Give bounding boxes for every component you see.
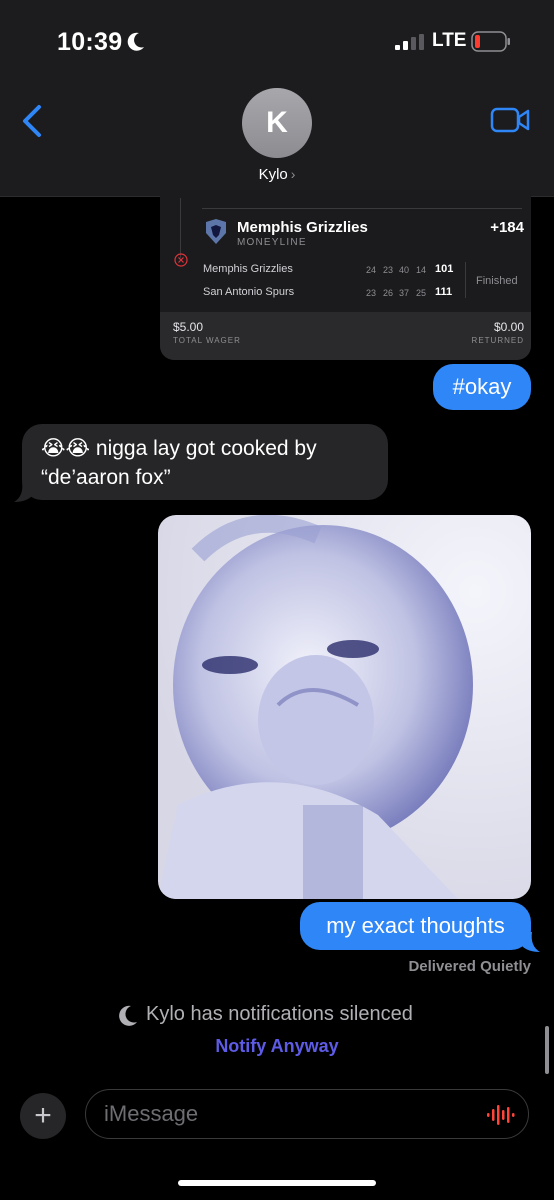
contact-name-button[interactable]: Kylo › [0, 166, 554, 183]
sent-message-bubble[interactable]: my exact thoughts [300, 902, 531, 950]
audio-waveform-icon[interactable] [485, 1103, 517, 1127]
received-message-bubble[interactable]: 😭😭 nigga lay got cooked by “de’aaron fox… [22, 424, 388, 500]
message-text-line: “de’aaron fox” [41, 466, 171, 489]
score-final: 111 [435, 286, 453, 298]
message-text-line: 😭😭 nigga lay got cooked by [41, 437, 317, 460]
bet-odds: +184 [490, 219, 524, 236]
score-row-team: San Antonio Spurs [203, 286, 295, 298]
bubble-tail [14, 482, 32, 502]
bet-team-name: Memphis Grizzlies [237, 219, 368, 236]
message-text: my exact thoughts [326, 913, 505, 938]
home-indicator[interactable] [178, 1180, 376, 1186]
wager-label: TOTAL WAGER [173, 336, 241, 345]
score-q3: 40 [399, 265, 410, 275]
attached-photo[interactable] [158, 515, 531, 899]
score-q4: 25 [416, 288, 427, 298]
focus-status-text: Kylo has notifications silenced [146, 1003, 413, 1025]
bet-type-label: MONEYLINE [237, 237, 307, 248]
score-q1: 24 [366, 265, 377, 275]
score-q2: 23 [383, 265, 394, 275]
apps-plus-button[interactable]: + [20, 1093, 66, 1139]
back-chevron-icon[interactable] [20, 104, 44, 138]
scroll-indicator[interactable] [545, 1026, 549, 1074]
battery-icon [471, 31, 510, 52]
message-input-placeholder: iMessage [104, 1101, 199, 1126]
score-q3: 37 [399, 288, 410, 298]
moon-icon [127, 32, 144, 51]
sent-message-bubble[interactable]: #okay [433, 364, 531, 410]
contact-name: Kylo [258, 166, 288, 183]
chevron-right-icon: › [290, 166, 296, 182]
returned-label: RETURNED [471, 336, 524, 345]
returned-amount: $0.00 [493, 320, 524, 334]
score-final: 101 [435, 263, 454, 275]
loss-x-icon [174, 253, 188, 267]
bubble-tail [522, 932, 540, 952]
notify-anyway-button[interactable]: Notify Anyway [0, 1036, 554, 1057]
contact-avatar[interactable]: K [242, 88, 312, 158]
score-row-team: Memphis Grizzlies [203, 263, 293, 275]
divider [180, 198, 181, 258]
cellular-signal-icon [395, 34, 424, 50]
grizzlies-logo-icon [206, 219, 226, 244]
wager-amount: $5.00 [173, 320, 204, 334]
delivery-status: Delivered Quietly [408, 958, 531, 975]
divider [202, 208, 522, 209]
game-status: Finished [476, 275, 518, 287]
video-call-icon[interactable] [490, 106, 530, 134]
score-q2: 26 [383, 288, 394, 298]
score-q1: 23 [366, 288, 377, 298]
message-text: #okay [452, 374, 512, 399]
status-time: 10:39 [57, 28, 123, 56]
moon-icon [119, 1005, 137, 1026]
network-label: LTE [432, 30, 467, 51]
score-q4: 14 [416, 265, 427, 275]
divider [465, 262, 466, 298]
plus-icon: + [34, 1099, 52, 1132]
